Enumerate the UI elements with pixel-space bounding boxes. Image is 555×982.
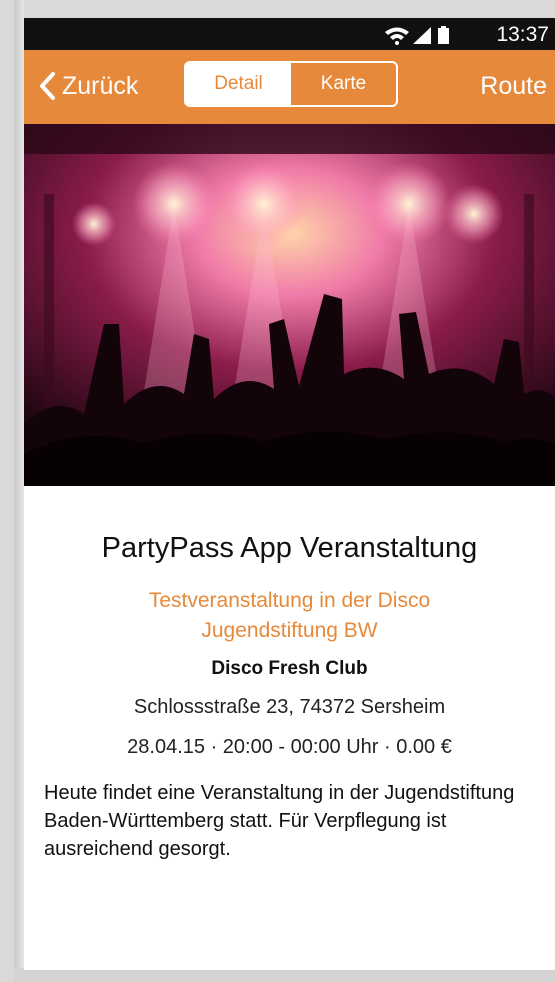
event-subtitle: Testveranstaltung in der Disco Jugendsti…: [148, 589, 431, 642]
status-icons: [385, 26, 449, 45]
device-frame-edge: [14, 0, 24, 982]
event-address: Schlossstraße 23, 74372 Sersheim: [133, 696, 446, 718]
wifi-icon: [385, 27, 409, 45]
event-hero-image: [24, 124, 555, 486]
view-segmented-control: Detail Karte: [184, 61, 398, 107]
back-button[interactable]: Zurück: [38, 68, 138, 104]
event-description: Heute findet eine Veranstaltung in der J…: [44, 782, 515, 860]
route-button[interactable]: Route: [480, 72, 547, 101]
phone-screen: 13:37 Zurück Detail Karte Route PartyPas…: [24, 18, 555, 970]
back-label: Zurück: [62, 71, 139, 100]
concert-image: [24, 124, 555, 486]
tab-karte[interactable]: Karte: [291, 63, 396, 105]
device-frame-bottom: [14, 968, 555, 982]
signal-icon: [413, 27, 431, 44]
chevron-left-icon: [40, 72, 55, 100]
status-time: 13:37: [496, 23, 549, 46]
tab-detail[interactable]: Detail: [186, 63, 291, 105]
event-date-time-price: 28.04.15 · 20:00 - 00:00 Uhr · 0.00 €: [127, 736, 452, 758]
nav-bar: Zurück Detail Karte Route: [24, 50, 555, 124]
event-venue: Disco Fresh Club: [211, 658, 368, 679]
status-bar: 13:37: [24, 18, 555, 50]
battery-icon: [438, 26, 449, 44]
event-title: PartyPass App Veranstaltung: [101, 532, 478, 564]
